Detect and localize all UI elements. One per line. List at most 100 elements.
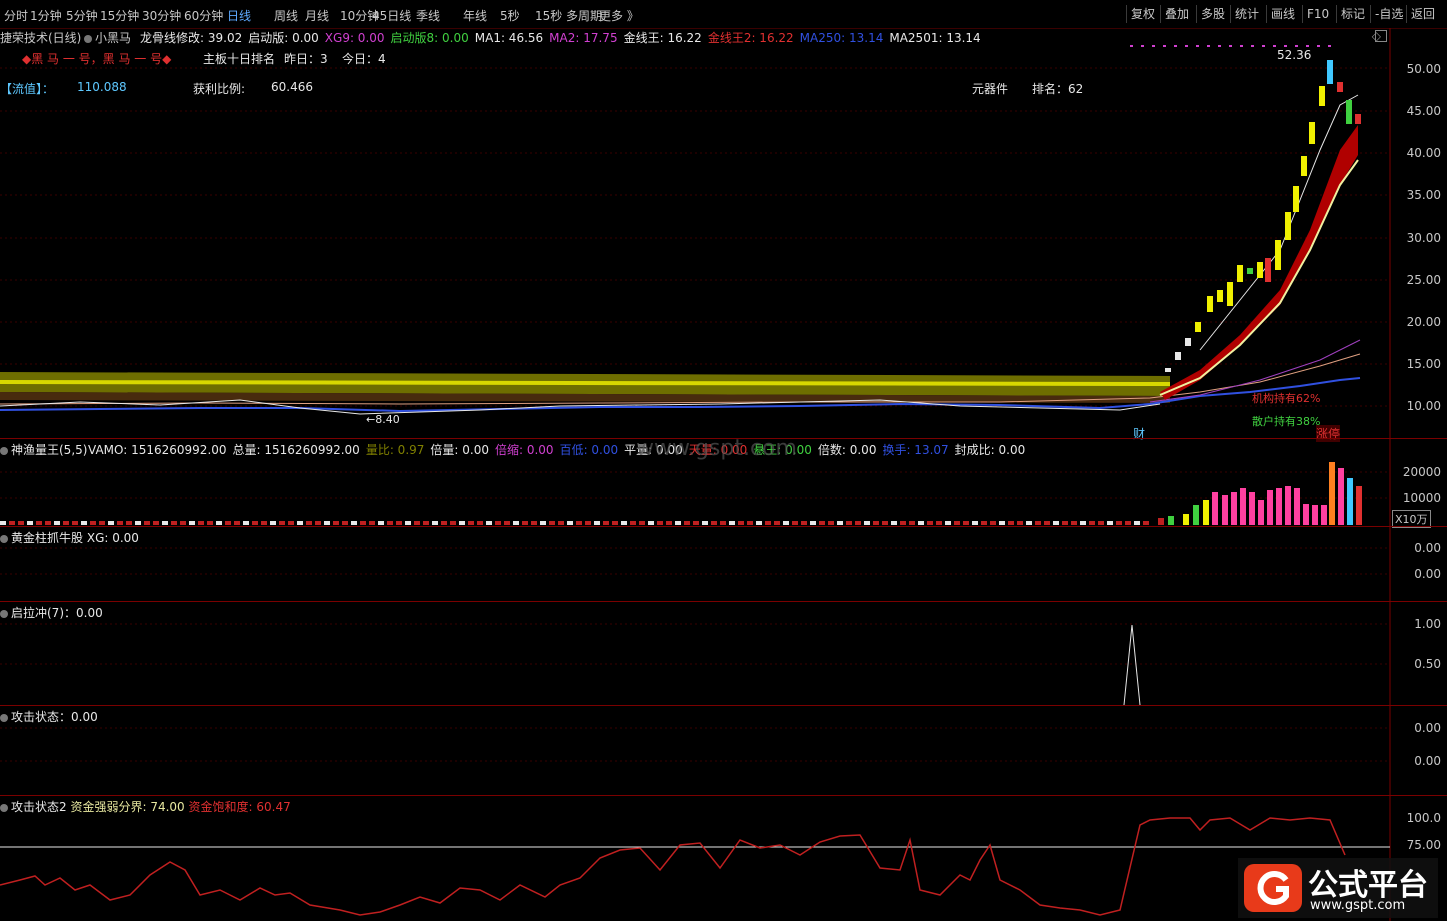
volume-bar[interactable]	[1267, 490, 1273, 525]
volume-bar[interactable]	[810, 521, 816, 525]
volume-bar[interactable]	[648, 521, 654, 525]
volume-bar[interactable]	[459, 521, 465, 525]
candle[interactable]	[1309, 122, 1315, 144]
volume-bar[interactable]	[639, 521, 645, 525]
volume-bar[interactable]	[288, 521, 294, 525]
volume-bar[interactable]	[1071, 521, 1077, 525]
volume-bar[interactable]	[684, 521, 690, 525]
volume-bar[interactable]	[45, 521, 51, 525]
volume-bar[interactable]	[225, 521, 231, 525]
volume-bar[interactable]	[1168, 516, 1174, 525]
volume-bar[interactable]	[1107, 521, 1113, 525]
volume-bar[interactable]	[1222, 495, 1228, 525]
volume-bar[interactable]	[108, 521, 114, 525]
volume-bar[interactable]	[873, 521, 879, 525]
volume-bar[interactable]	[567, 521, 573, 525]
attack2-header[interactable]: 攻击状态2 资金强弱分界: 74.00 资金饱和度: 60.47	[0, 798, 291, 815]
volume-bar[interactable]	[234, 521, 240, 525]
volume-bar[interactable]	[1062, 521, 1068, 525]
volume-bar[interactable]	[774, 521, 780, 525]
gold-pillar-header[interactable]: 黄金柱抓牛股 XG: 0.00	[0, 529, 139, 546]
candle[interactable]	[1275, 240, 1281, 270]
attack-header[interactable]: 攻击状态：0.00	[0, 708, 98, 725]
volume-bar[interactable]	[738, 521, 744, 525]
volume-bar[interactable]	[657, 521, 663, 525]
volume-bar[interactable]	[1258, 500, 1264, 525]
volume-bar[interactable]	[1347, 478, 1353, 525]
volume-bar[interactable]	[315, 521, 321, 525]
volume-bar[interactable]	[1026, 521, 1032, 525]
volume-bar[interactable]	[801, 521, 807, 525]
volume-header[interactable]: 神渔量王(5,5)	[0, 441, 87, 458]
volume-bar[interactable]	[594, 521, 600, 525]
volume-bar[interactable]	[855, 521, 861, 525]
settings-icon[interactable]	[0, 446, 8, 455]
volume-bar[interactable]	[441, 521, 447, 525]
volume-bar[interactable]	[342, 521, 348, 525]
volume-bar[interactable]	[198, 521, 204, 525]
volume-bar[interactable]	[864, 521, 870, 525]
volume-bar[interactable]	[351, 521, 357, 525]
volume-bar[interactable]	[1017, 521, 1023, 525]
volume-bar[interactable]	[846, 521, 852, 525]
volume-bar[interactable]	[1116, 521, 1122, 525]
volume-bar[interactable]	[72, 521, 78, 525]
volume-bar[interactable]	[693, 521, 699, 525]
volume-bar[interactable]	[891, 521, 897, 525]
volume-bar[interactable]	[1294, 488, 1300, 525]
volume-bar[interactable]	[963, 521, 969, 525]
volume-bar[interactable]	[612, 521, 618, 525]
candle[interactable]	[1257, 262, 1263, 278]
candlesticks[interactable]	[1165, 60, 1361, 372]
volume-bar[interactable]	[468, 521, 474, 525]
volume-bar[interactable]	[1276, 488, 1282, 525]
volume-bar[interactable]	[1044, 521, 1050, 525]
volume-bar[interactable]	[126, 521, 132, 525]
volume-bar[interactable]	[495, 521, 501, 525]
volume-bar[interactable]	[540, 521, 546, 525]
volume-bar[interactable]	[207, 521, 213, 525]
candle[interactable]	[1293, 186, 1299, 212]
volume-bar[interactable]	[792, 521, 798, 525]
volume-bar[interactable]	[900, 521, 906, 525]
volume-bar[interactable]	[729, 521, 735, 525]
volume-bar[interactable]	[243, 521, 249, 525]
volume-bar[interactable]	[378, 521, 384, 525]
volume-bar[interactable]	[117, 521, 123, 525]
volume-bar[interactable]	[945, 521, 951, 525]
candle[interactable]	[1346, 100, 1352, 124]
volume-bar[interactable]	[63, 521, 69, 525]
volume-bar[interactable]	[333, 521, 339, 525]
volume-bar[interactable]	[783, 521, 789, 525]
volume-bar[interactable]	[1356, 486, 1362, 525]
volume-bar[interactable]	[324, 521, 330, 525]
volume-bar[interactable]	[414, 521, 420, 525]
settings-icon[interactable]	[0, 609, 8, 618]
volume-bar[interactable]	[1249, 492, 1255, 525]
candle[interactable]	[1301, 156, 1307, 176]
candle[interactable]	[1237, 265, 1243, 282]
volume-bar[interactable]	[819, 521, 825, 525]
volume-bar[interactable]	[936, 521, 942, 525]
candle[interactable]	[1337, 82, 1343, 92]
volume-bar[interactable]	[1098, 521, 1104, 525]
volume-bar[interactable]	[882, 521, 888, 525]
volume-bar[interactable]	[369, 521, 375, 525]
volume-bar[interactable]	[954, 521, 960, 525]
candle[interactable]	[1207, 296, 1213, 312]
volume-bars[interactable]	[0, 462, 1362, 525]
volume-bar[interactable]	[765, 521, 771, 525]
candle[interactable]	[1195, 322, 1201, 332]
volume-bar[interactable]	[981, 521, 987, 525]
candle[interactable]	[1265, 258, 1271, 282]
volume-bar[interactable]	[1231, 492, 1237, 525]
volume-bar[interactable]	[270, 521, 276, 525]
volume-bar[interactable]	[423, 521, 429, 525]
volume-bar[interactable]	[27, 521, 33, 525]
volume-bar[interactable]	[1053, 521, 1059, 525]
volume-bar[interactable]	[1035, 521, 1041, 525]
pull-header[interactable]: 启拉冲(7)：0.00	[0, 604, 103, 621]
volume-bar[interactable]	[162, 521, 168, 525]
volume-bar[interactable]	[153, 521, 159, 525]
volume-bar[interactable]	[1089, 521, 1095, 525]
